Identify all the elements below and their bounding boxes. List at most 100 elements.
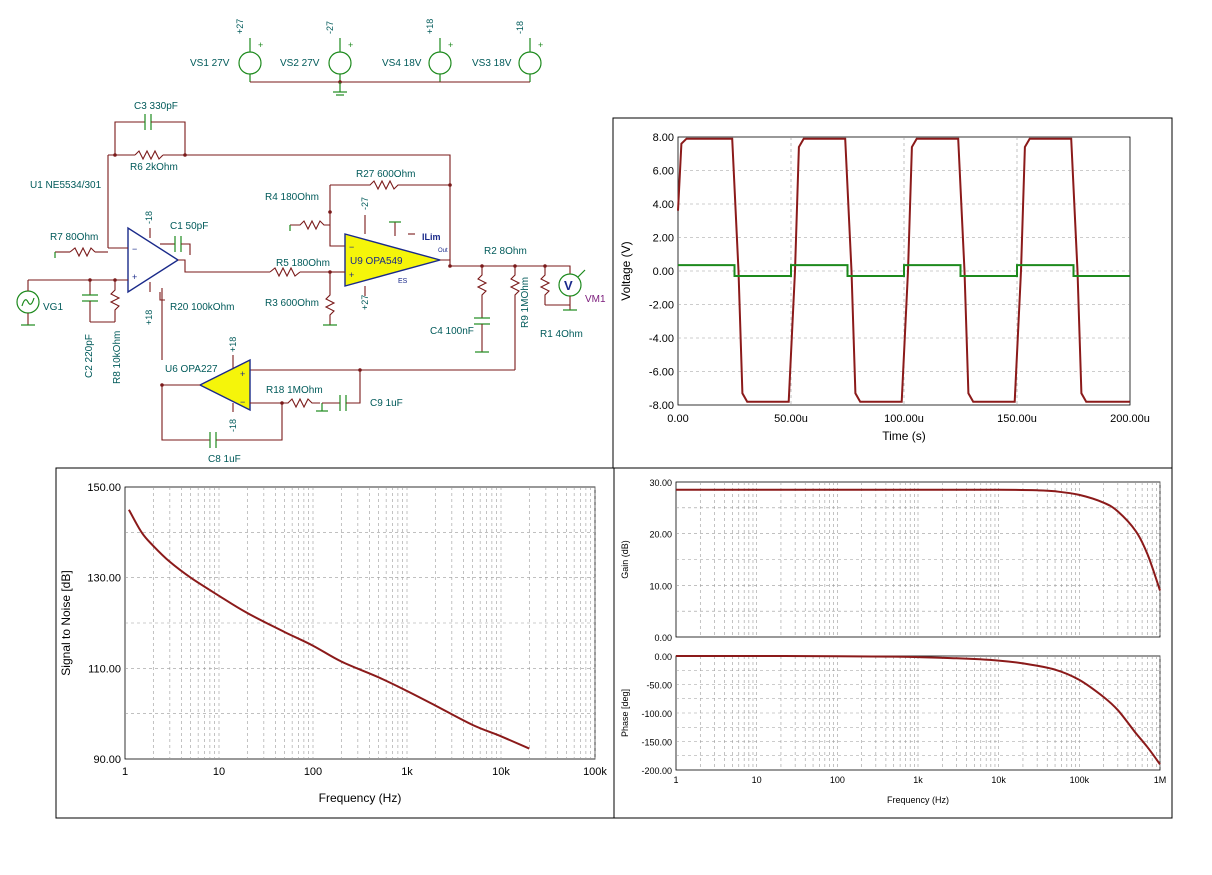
svg-text:+: + — [258, 40, 263, 50]
r5-label[interactable]: R5 180Ohm — [276, 258, 330, 269]
svg-text:+: + — [240, 369, 245, 379]
u9-neg-rail: -27 — [360, 197, 370, 210]
phase-xtick-label: 10 — [752, 775, 762, 785]
svg-text:+: + — [538, 40, 543, 50]
source-vs4[interactable]: + VS4 18V +18 — [382, 19, 453, 82]
u6-neg-rail: -18 — [228, 419, 238, 432]
snr-ytick-label: 150.00 — [87, 482, 121, 494]
u1-label[interactable]: U1 NE5534/301 — [30, 180, 102, 191]
source-vs1-label: VS1 27V — [190, 58, 230, 69]
snr-xtick-label: 100 — [304, 766, 322, 778]
servo-stage: + − U6 OPA227 +18 -18 C8 1uF R18 1MOhm C… — [160, 337, 515, 465]
snr-chart: 150.00 130.00 110.00 90.001 10 100 1k 10k 100k Fr… — [59, 482, 607, 805]
transient-x-axis-label: Time (s) — [882, 429, 926, 443]
snr-y-axis-label: Signal to Noise [dB] — [59, 570, 73, 675]
transient-ytick-label: 6.00 — [653, 166, 674, 178]
c4-label[interactable]: C4 100nF — [430, 326, 474, 337]
source-vs1-rail: +27 — [235, 19, 245, 34]
vm1-label: VM1 — [585, 294, 606, 305]
r3-label[interactable]: R3 600Ohm — [265, 298, 319, 309]
source-vs3-label: VS3 18V — [472, 58, 512, 69]
transient-ytick-label: -6.00 — [649, 367, 674, 379]
snr-x-axis-label: Frequency (Hz) — [319, 791, 402, 805]
phase-ytick-label: -150.00 — [641, 738, 672, 748]
phase-xtick-label: 100k — [1070, 775, 1090, 785]
transient-xtick-label: 100.00u — [884, 413, 924, 425]
u9-ilim-pin: ILim — [422, 232, 441, 242]
vg1-label: VG1 — [43, 302, 63, 313]
r18-label[interactable]: R18 1MOhm — [266, 385, 323, 396]
phase-xtick-label: 1M — [1154, 775, 1167, 785]
source-vs3[interactable]: + VS3 18V -18 — [472, 21, 543, 82]
gain-y-axis-label: Gain (dB) — [620, 540, 630, 579]
u9-es-pin: ES — [398, 278, 408, 285]
phase-y-axis-label: Phase [deg] — [620, 689, 630, 737]
transient-ytick-label: 4.00 — [653, 199, 674, 211]
voltmeter-symbol: V — [564, 278, 573, 293]
transient-ytick-label: -4.00 — [649, 333, 674, 345]
svg-text:−: − — [349, 242, 354, 252]
snr-ytick-label: 110.00 — [88, 663, 121, 675]
transient-y-axis-label: Voltage (V) — [619, 241, 633, 300]
u9-pos-rail: +27 — [360, 295, 370, 310]
r4-label[interactable]: R4 180Ohm — [265, 192, 319, 203]
gain-ytick-label: 10.00 — [649, 581, 672, 591]
phase-ytick-label: -100.00 — [641, 709, 672, 719]
snr-xtick-label: 10 — [213, 766, 225, 778]
r20-label[interactable]: R20 100kOhm — [170, 302, 234, 313]
phase-xtick-label: 10k — [991, 775, 1006, 785]
schematic: + VS1 27V +27 + VS2 27V -27 + VS4 18V +1 — [16, 19, 606, 465]
snr-xtick-label: 1 — [122, 766, 128, 778]
source-vs2-rail: -27 — [325, 21, 335, 34]
transient-ytick-label: -8.00 — [649, 400, 674, 412]
c2-label[interactable]: C2 220pF — [84, 334, 95, 378]
source-vs4-rail: +18 — [425, 19, 435, 34]
gain-ytick-label: 30.00 — [649, 478, 672, 488]
c8-label[interactable]: C8 1uF — [208, 454, 241, 465]
u1-neg-rail: -18 — [144, 211, 154, 224]
transient-ytick-label: 8.00 — [653, 132, 674, 144]
r1-label[interactable]: R1 4Ohm — [540, 329, 583, 340]
c3-label[interactable]: C3 330pF — [134, 101, 178, 112]
transient-ytick-label: 2.00 — [653, 233, 674, 245]
transient-xtick-label: 150.00u — [997, 413, 1037, 425]
svg-text:−: − — [132, 244, 137, 254]
snr-ytick-label: 90.00 — [93, 754, 121, 766]
source-vs2[interactable]: + VS2 27V -27 — [280, 21, 353, 82]
u9-out-pin: Out — [438, 248, 448, 254]
transient-xtick-label: 50.00u — [774, 413, 808, 425]
phase-ytick-label: -50.00 — [646, 681, 672, 691]
power-supply-bank: + VS1 27V +27 + VS2 27V -27 + VS4 18V +1 — [190, 19, 543, 96]
phase-ytick-label: 0.00 — [654, 652, 672, 662]
transient-ytick-label: -2.00 — [649, 300, 674, 312]
canvas: + VS1 27V +27 + VS2 27V -27 + VS4 18V +1 — [16, 19, 1173, 819]
svg-text:+: + — [349, 270, 354, 280]
phase-xtick-label: 100 — [830, 775, 845, 785]
svg-text:+: + — [448, 40, 453, 50]
r27-label[interactable]: R27 600Ohm — [356, 169, 415, 180]
gain-ytick-label: 0.00 — [654, 633, 672, 643]
transient-xtick-label: 0.00 — [667, 413, 688, 425]
transient-xtick-label: 200.00u — [1110, 413, 1150, 425]
u1-opamp[interactable] — [127, 226, 180, 294]
source-vs4-label: VS4 18V — [382, 58, 422, 69]
phase-x-axis-label: Frequency (Hz) — [887, 795, 949, 805]
svg-text:+: + — [132, 272, 137, 282]
phase-xtick-label: 1k — [913, 775, 923, 785]
r9-label[interactable]: R9 1MOhm — [520, 277, 531, 328]
snr-ytick-label: 130.00 — [87, 573, 121, 585]
transient-chart: 8.00 6.00 4.00 2.00 0.00 -2.00 -4.00 -6.00 -8.00… — [619, 132, 1150, 443]
r8-label[interactable]: R8 10kOhm — [112, 331, 123, 384]
r7-label[interactable]: R7 80Ohm — [50, 232, 98, 243]
c9-label[interactable]: C9 1uF — [370, 398, 403, 409]
gain-chart: 30.00 20.00 10.00 0.00 Gain (dB) — [620, 478, 1161, 643]
r6-label[interactable]: R6 2kOhm — [130, 162, 178, 173]
u6-label[interactable]: U6 OPA227 — [165, 364, 218, 375]
source-vs1[interactable]: + VS1 27V +27 — [190, 19, 263, 82]
voltmeter-vm1[interactable]: V VM1 — [558, 269, 606, 305]
r2-label[interactable]: R2 8Ohm — [484, 246, 527, 257]
source-vs3-rail: -18 — [515, 21, 525, 34]
c1-label[interactable]: C1 50pF — [170, 221, 208, 232]
signal-generator-vg1[interactable]: VG1 — [16, 280, 63, 326]
gain-ytick-label: 20.00 — [649, 530, 672, 540]
